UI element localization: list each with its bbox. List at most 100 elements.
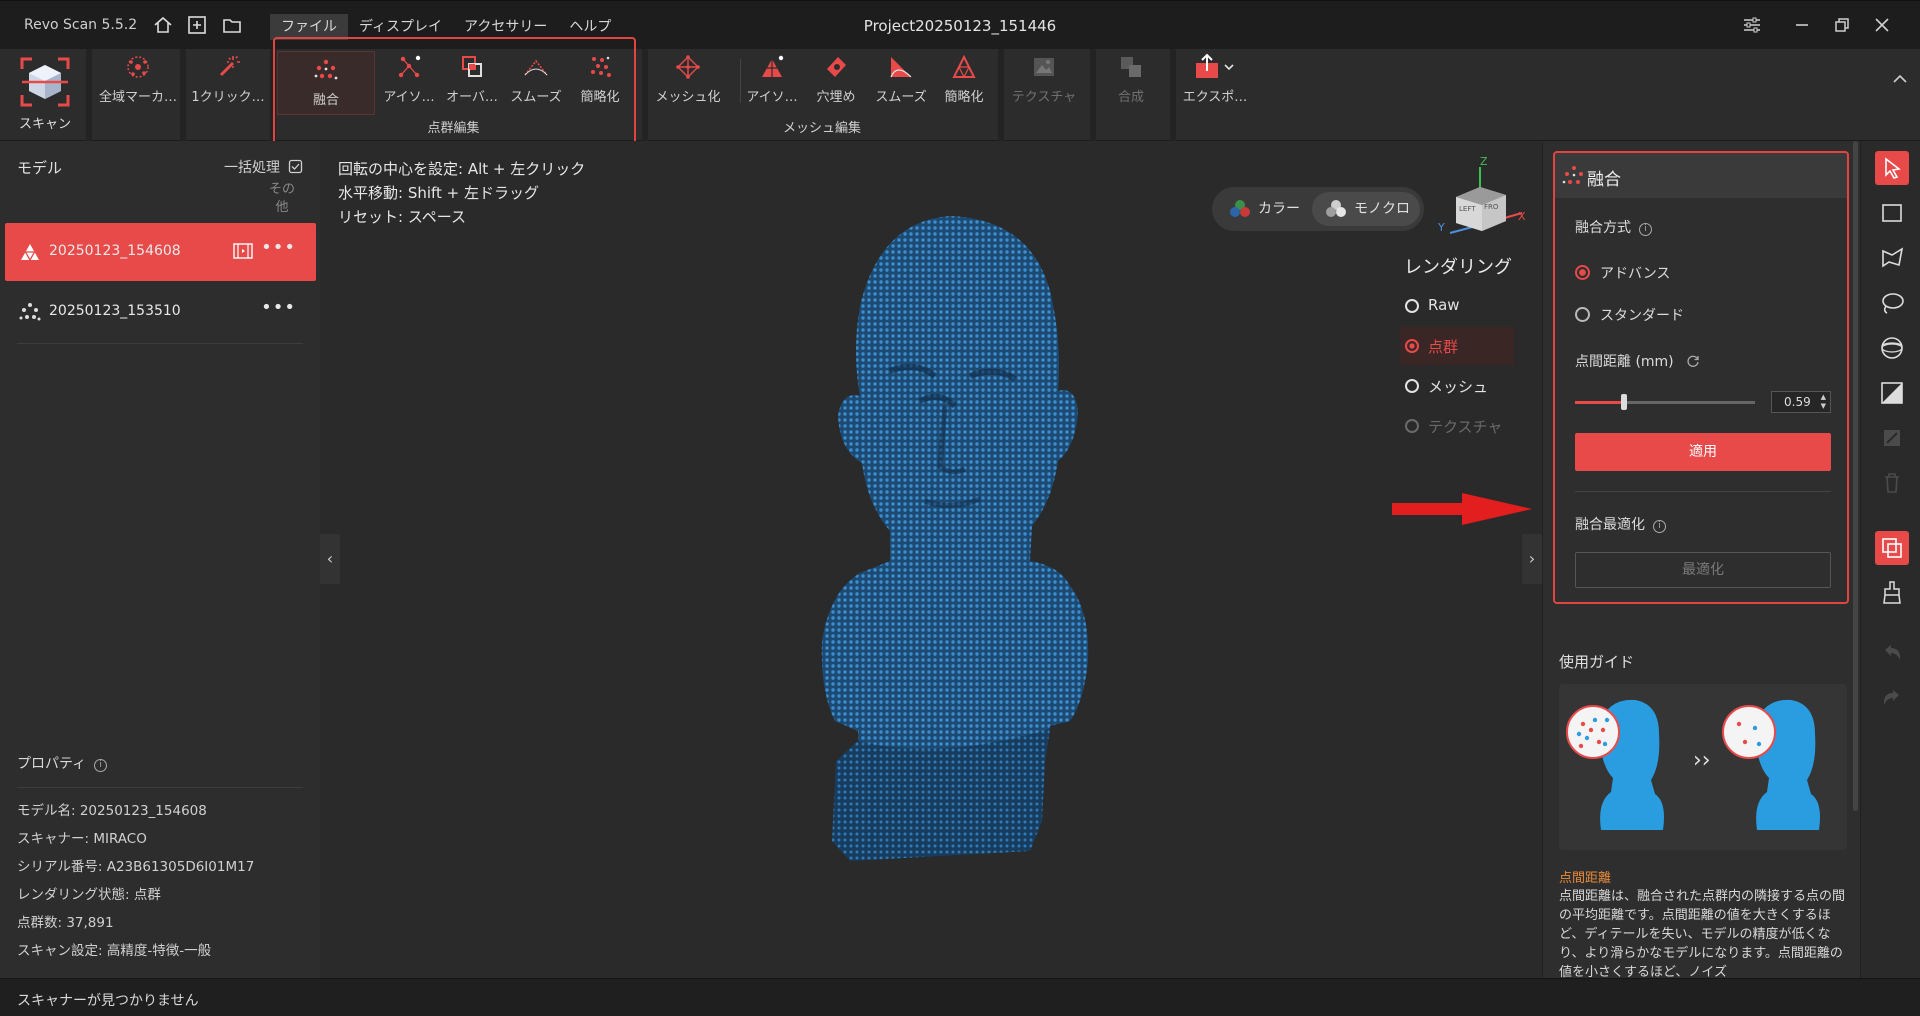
rect-select-icon[interactable] xyxy=(1875,196,1909,230)
point-cloud-bust[interactable] xyxy=(740,201,1140,901)
render-point-cloud-radio xyxy=(1405,339,1419,353)
meshing-icon xyxy=(676,55,700,79)
collapse-left-panel-button[interactable]: ‹ xyxy=(320,534,340,584)
guide-subtitle: 点間距離 xyxy=(1559,871,1612,886)
fill-holes-button[interactable]: 穴埋め xyxy=(806,53,866,115)
one-click-button[interactable]: 1クリック… xyxy=(188,53,268,115)
ribbon-separator xyxy=(1170,49,1176,141)
merge-button[interactable]: 合成 xyxy=(1100,53,1162,115)
delete-trash-icon[interactable] xyxy=(1875,466,1909,500)
panel-scrollbar[interactable] xyxy=(1853,141,1858,811)
render-texture-label: テクスチャ xyxy=(1428,418,1503,436)
info-icon[interactable]: i xyxy=(94,759,108,772)
minimize-icon[interactable] xyxy=(1790,13,1814,37)
mesh-isolate-icon xyxy=(762,55,784,77)
render-option-raw[interactable]: Raw xyxy=(1400,287,1514,325)
properties-title: プロパティ i xyxy=(17,753,108,773)
close-icon[interactable] xyxy=(1870,13,1894,37)
batch-process-label: 一括処理 xyxy=(224,160,280,176)
color-mode-label: カラー xyxy=(1258,201,1300,217)
render-option-point-cloud[interactable]: 点群 xyxy=(1400,327,1514,365)
property-render-state: レンダリング状態: 点群 xyxy=(17,887,161,903)
color-mode-option[interactable]: カラー xyxy=(1216,192,1312,226)
one-click-label: 1クリック… xyxy=(191,90,265,105)
collapse-ribbon-icon[interactable] xyxy=(1890,71,1910,87)
mesh-smooth-button[interactable]: スムーズ xyxy=(870,53,932,115)
render-option-mesh[interactable]: メッシュ xyxy=(1400,367,1514,405)
mesh-isolate-label: アイソ… xyxy=(746,90,798,105)
model-name: 20250123_153510 xyxy=(49,303,181,319)
export-label: エクスポ… xyxy=(1182,90,1248,105)
restore-icon[interactable] xyxy=(1830,13,1854,37)
model-panel: モデル 一括処理 その他 20250123_154608 ••• 2025012… xyxy=(0,141,320,978)
overlap-layers-icon[interactable] xyxy=(1875,531,1909,565)
scan-label: スキャン xyxy=(18,117,71,132)
sphere-brush-icon[interactable] xyxy=(1875,331,1909,365)
color-mode-toggle[interactable]: カラー モノクロ xyxy=(1212,187,1424,231)
property-model-name: モデル名: 20250123_154608 xyxy=(17,803,207,819)
texture-button[interactable]: テクスチャ xyxy=(1008,53,1080,115)
scan-cube-icon xyxy=(20,57,70,107)
axis-y-label: Y xyxy=(1438,221,1445,234)
polygon-select-icon[interactable] xyxy=(1875,241,1909,275)
meshing-button[interactable]: メッシュ化 xyxy=(652,53,724,115)
invert-selection-icon[interactable] xyxy=(1875,421,1909,455)
property-scanner: スキャナー: MIRACO xyxy=(17,831,147,847)
batch-process-button[interactable]: 一括処理 xyxy=(224,157,303,177)
model-item[interactable]: 20250123_153510 ••• xyxy=(5,283,316,341)
cube-face-left: LEFT xyxy=(1459,205,1476,213)
mono-circles-icon xyxy=(1326,200,1346,217)
render-option-texture[interactable]: テクスチャ xyxy=(1400,407,1514,445)
mesh-model-icon xyxy=(21,244,39,261)
home-icon[interactable] xyxy=(152,14,174,36)
properties-title-label: プロパティ xyxy=(17,756,87,772)
magic-wand-icon xyxy=(219,55,240,77)
other-button[interactable]: その他 xyxy=(268,181,296,217)
collapse-right-panel-button[interactable]: › xyxy=(1522,534,1542,584)
color-circles-icon xyxy=(1230,200,1250,217)
more-options-icon[interactable]: ••• xyxy=(261,237,296,258)
film-frame-icon[interactable] xyxy=(232,241,254,261)
annotation-arrow-right-icon xyxy=(1392,493,1532,525)
guide-arrow: ›› xyxy=(1693,748,1711,773)
redo-icon[interactable] xyxy=(1875,681,1909,715)
hint-reset: リセット: スペース xyxy=(338,208,467,226)
ribbon-separator xyxy=(998,49,1004,141)
mono-mode-option[interactable]: モノクロ xyxy=(1312,192,1420,226)
scan-button[interactable]: スキャン xyxy=(6,53,84,137)
annotation-highlight-box xyxy=(1553,151,1849,604)
global-marker-icon xyxy=(127,56,149,78)
status-text: スキャナーが見つかりません xyxy=(17,993,199,1009)
open-folder-icon[interactable] xyxy=(221,14,243,36)
divider xyxy=(17,787,303,788)
divider xyxy=(17,343,303,344)
3d-viewport[interactable]: 回転の中心を設定: Alt + 左クリック 水平移動: Shift + 左ドラッ… xyxy=(320,141,1542,978)
export-button[interactable]: エクスポ… xyxy=(1178,53,1252,115)
settings-sliders-icon[interactable] xyxy=(1740,13,1764,37)
rendering-title: レンダリング xyxy=(1404,257,1512,278)
undo-icon[interactable] xyxy=(1875,636,1909,670)
new-project-icon[interactable] xyxy=(186,14,208,36)
mesh-isolate-button[interactable]: アイソ… xyxy=(744,53,800,115)
mesh-simplify-button[interactable]: 簡略化 xyxy=(936,53,992,115)
property-serial: シリアル番号: A23B61305D6I01M17 xyxy=(17,859,255,875)
mono-mode-label: モノクロ xyxy=(1354,201,1410,217)
clean-brush-icon[interactable] xyxy=(1875,576,1909,610)
export-icon xyxy=(1196,53,1234,78)
lasso-select-icon[interactable] xyxy=(1875,286,1909,320)
axis-x-label: X xyxy=(1518,210,1526,223)
model-item[interactable]: 20250123_154608 ••• xyxy=(5,223,316,281)
global-marker-button[interactable]: 全域マーカ… xyxy=(96,53,180,115)
more-options-icon[interactable]: ••• xyxy=(261,297,296,318)
axis-z-label: Z xyxy=(1480,155,1488,168)
plane-cut-icon[interactable] xyxy=(1875,376,1909,410)
merge-label: 合成 xyxy=(1117,90,1144,105)
texture-label: テクスチャ xyxy=(1011,90,1077,105)
ribbon-separator xyxy=(180,49,186,141)
model-panel-title: モデル xyxy=(17,159,63,177)
select-cursor-icon[interactable] xyxy=(1875,151,1909,185)
guide-title: 使用ガイド xyxy=(1559,653,1635,671)
meshing-label: メッシュ化 xyxy=(655,90,721,105)
hint-pan: 水平移動: Shift + 左ドラッグ xyxy=(338,184,540,202)
status-bar: スキャナーが見つかりません xyxy=(0,978,1920,1016)
